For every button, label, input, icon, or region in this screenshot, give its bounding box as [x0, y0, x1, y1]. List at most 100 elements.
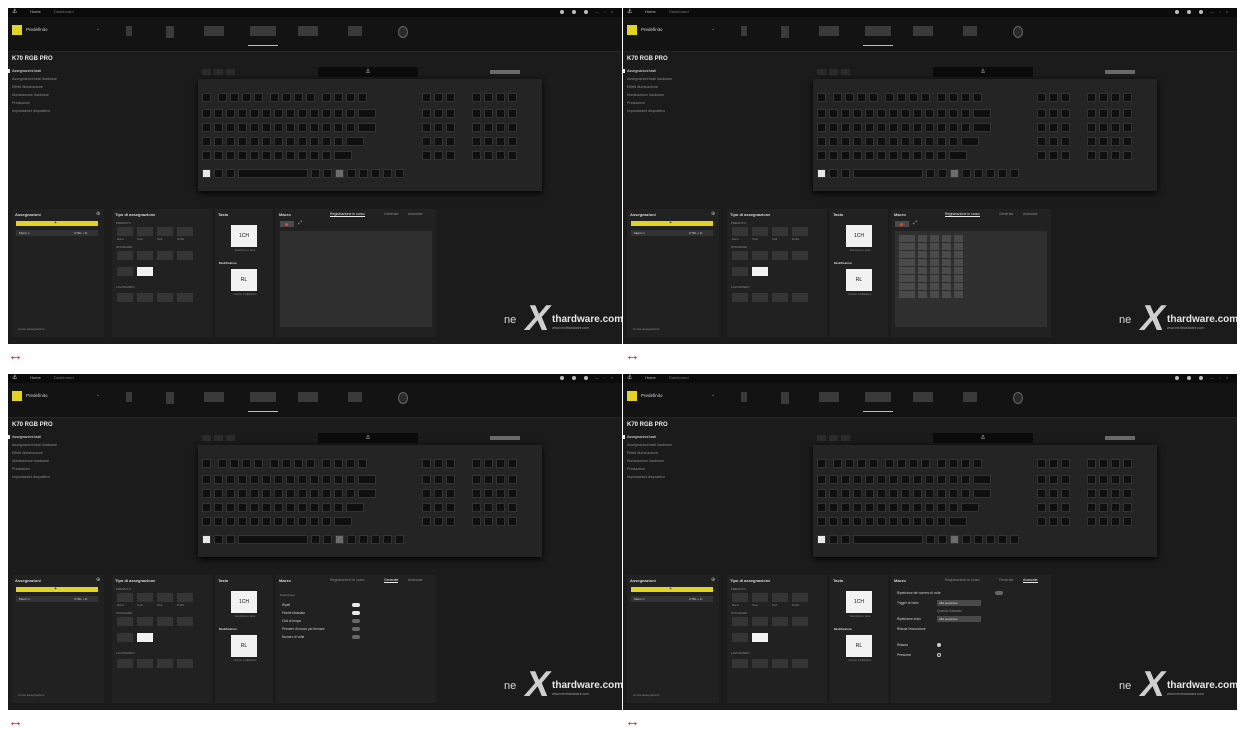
key[interactable] — [841, 489, 850, 498]
macro-event[interactable] — [899, 251, 963, 258]
key[interactable] — [238, 535, 308, 544]
key[interactable] — [949, 475, 958, 484]
chevron-down-icon[interactable]: ⌄ — [711, 392, 715, 398]
key[interactable] — [961, 489, 970, 498]
key[interactable] — [937, 517, 946, 526]
key[interactable] — [841, 535, 850, 544]
key[interactable] — [1111, 93, 1120, 102]
key[interactable] — [1061, 123, 1070, 132]
option-toggle[interactable] — [352, 627, 360, 631]
key[interactable] — [925, 517, 934, 526]
key[interactable] — [973, 489, 991, 498]
device-thumbnail[interactable] — [781, 26, 789, 38]
device-thumbnail[interactable] — [166, 26, 174, 38]
key[interactable] — [1049, 123, 1058, 132]
assignment-item[interactable]: Macro 1 CTRL + D — [631, 230, 713, 236]
key[interactable] — [226, 137, 235, 146]
key[interactable] — [841, 503, 850, 512]
key[interactable] — [446, 459, 455, 468]
expand-arrow-icon[interactable]: ↔ — [8, 348, 23, 363]
type-tile[interactable] — [772, 659, 788, 668]
key[interactable] — [865, 137, 874, 146]
key[interactable] — [242, 459, 251, 468]
key[interactable] — [829, 169, 838, 178]
key[interactable] — [974, 169, 983, 178]
key[interactable] — [1123, 475, 1132, 484]
key[interactable] — [262, 489, 271, 498]
key[interactable] — [817, 169, 826, 178]
type-tile[interactable] — [772, 251, 788, 260]
key[interactable] — [877, 503, 886, 512]
key[interactable] — [925, 503, 934, 512]
key[interactable] — [845, 459, 854, 468]
trigger-dropdown[interactable]: Alla pressione — [937, 600, 981, 606]
key[interactable] — [202, 535, 211, 544]
type-tile[interactable] — [732, 293, 748, 302]
device-thumbnail[interactable] — [126, 392, 132, 402]
type-tile-selected[interactable] — [752, 633, 768, 642]
key[interactable] — [857, 93, 866, 102]
key[interactable] — [1087, 93, 1096, 102]
key[interactable] — [242, 93, 251, 102]
nav-item[interactable]: Assegnazioni tasti hardware — [627, 77, 672, 81]
key[interactable] — [1087, 517, 1096, 526]
key[interactable] — [901, 475, 910, 484]
macro-event[interactable] — [899, 291, 963, 298]
key[interactable] — [829, 535, 838, 544]
key[interactable] — [841, 169, 850, 178]
type-tile[interactable] — [752, 593, 768, 602]
key[interactable] — [937, 93, 946, 102]
key[interactable] — [298, 137, 307, 146]
add-icon[interactable]: ⊕ — [711, 211, 715, 217]
type-tile[interactable] — [177, 659, 193, 668]
nav-item[interactable]: Assegnazioni tasti hardware — [627, 443, 672, 447]
key[interactable] — [877, 151, 886, 160]
key[interactable] — [961, 503, 979, 512]
key[interactable] — [250, 475, 259, 484]
key[interactable] — [1049, 151, 1058, 160]
add-icon[interactable]: ⊕ — [711, 577, 715, 583]
key[interactable] — [323, 535, 332, 544]
key[interactable] — [298, 151, 307, 160]
device-thumbnail[interactable] — [126, 26, 132, 36]
key[interactable] — [1111, 503, 1120, 512]
key[interactable] — [841, 517, 850, 526]
key[interactable] — [1123, 109, 1132, 118]
search-assignments[interactable]: Cerca assegnazioni — [18, 693, 44, 697]
key[interactable] — [1061, 93, 1070, 102]
dashboard-link[interactable]: Dashboard — [54, 9, 74, 14]
key[interactable] — [434, 489, 443, 498]
type-tile[interactable] — [157, 659, 173, 668]
macro-tab[interactable]: Avanzate — [1023, 212, 1038, 216]
nav-item[interactable]: Illuminazione hardware — [12, 459, 49, 463]
key[interactable] — [214, 503, 223, 512]
expand-arrow-icon[interactable]: ↔ — [625, 714, 640, 729]
add-icon[interactable]: ⊕ — [96, 211, 100, 217]
key[interactable] — [334, 151, 352, 160]
key[interactable] — [974, 535, 983, 544]
key[interactable] — [913, 517, 922, 526]
type-tile[interactable] — [117, 227, 133, 236]
key[interactable] — [262, 151, 271, 160]
device-thumbnail[interactable] — [913, 26, 933, 36]
key[interactable] — [1123, 459, 1132, 468]
macro-event-list[interactable] — [895, 231, 1047, 327]
type-tile[interactable] — [752, 293, 768, 302]
key[interactable] — [1099, 489, 1108, 498]
key[interactable] — [901, 151, 910, 160]
type-tile[interactable] — [177, 593, 193, 602]
key[interactable] — [434, 123, 443, 132]
key[interactable] — [1111, 123, 1120, 132]
key[interactable] — [913, 109, 922, 118]
device-thumbnail[interactable] — [819, 392, 839, 402]
nav-item[interactable]: Illuminazione hardware — [627, 459, 664, 463]
key[interactable] — [298, 123, 307, 132]
type-tile[interactable] — [792, 227, 808, 236]
key[interactable] — [949, 517, 967, 526]
key[interactable] — [334, 123, 343, 132]
key[interactable] — [306, 93, 315, 102]
key[interactable] — [346, 109, 355, 118]
key[interactable] — [395, 169, 404, 178]
settings-icon[interactable] — [1187, 376, 1191, 380]
assignment-item[interactable]: Macro 1 CTRL + D — [631, 596, 713, 602]
